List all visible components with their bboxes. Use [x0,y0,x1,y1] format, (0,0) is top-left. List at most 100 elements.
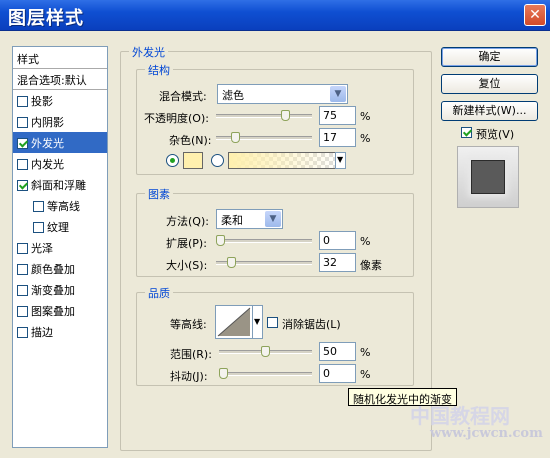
style-list-item-label: 内阴影 [31,116,64,129]
style-list-item-label: 斜面和浮雕 [31,179,86,192]
contour-picker[interactable] [215,305,253,339]
style-list-item-label: 外发光 [31,137,64,150]
style-checkbox[interactable] [17,285,28,296]
quality-title: 品质 [145,285,173,301]
contour-curve-icon [217,307,251,337]
opacity-input[interactable]: 75 [319,106,356,125]
preview-label[interactable]: 预览(V) [476,126,514,142]
noise-label: 杂色(N): [169,134,212,147]
style-list-item[interactable]: 投影 [13,90,107,111]
style-checkbox[interactable] [17,180,28,191]
window-title: 图层样式 [8,8,84,29]
style-list-item-label: 光泽 [31,242,53,255]
style-checkbox[interactable] [17,117,28,128]
jitter-unit: % [360,368,371,381]
size-slider-thumb[interactable] [227,257,237,268]
noise-unit: % [360,132,371,145]
style-list-item[interactable]: 外发光 [13,132,107,153]
style-list-item[interactable]: 渐变叠加 [13,279,107,300]
chevron-down-icon: ▼ [254,317,261,326]
style-list-item[interactable]: 颜色叠加 [13,258,107,279]
style-list-item[interactable]: 描边 [13,321,107,342]
style-checkbox[interactable] [17,327,28,338]
style-checkbox[interactable] [17,159,28,170]
opacity-label: 不透明度(O): [144,112,209,125]
style-list-item-label: 颜色叠加 [31,263,75,276]
glow-gradient-picker[interactable] [228,152,343,169]
opacity-unit: % [360,110,371,123]
style-checkbox[interactable] [33,222,44,233]
chevron-down-icon: ▼ [330,86,346,102]
style-list-item[interactable]: 等高线 [13,195,107,216]
antialias-checkbox[interactable] [267,317,278,328]
close-button[interactable]: ✕ [524,4,546,26]
outer-glow-title: 外发光 [129,44,168,60]
ok-button[interactable]: 确定 [441,47,538,67]
range-input[interactable]: 50 [319,342,356,361]
range-slider-thumb[interactable] [261,346,270,357]
style-list-header[interactable]: 样式 [13,47,107,69]
jitter-input[interactable]: 0 [319,364,356,383]
style-list-item-label: 图案叠加 [31,305,75,318]
elements-title: 图素 [145,186,173,202]
preview-thumbnail [471,160,505,194]
spread-unit: % [360,235,371,248]
watermark-text: 中国教程网 [410,404,510,428]
antialias-label[interactable]: 消除锯齿(L) [282,316,341,332]
spread-input[interactable]: 0 [319,231,356,250]
method-label: 方法(Q): [166,215,209,228]
style-checkbox[interactable] [17,243,28,254]
watermark-url: www.jcwcn.com [430,426,543,441]
style-checkbox[interactable] [17,96,28,107]
layer-style-dialog: 图层样式 ✕ 样式 混合选项:默认 投影 内阴影 外发光 内发光 斜面和浮雕 等高线 纹理光… [0,0,550,458]
style-list-item[interactable]: 纹理 [13,216,107,237]
blend-options-item[interactable]: 混合选项:默认 [13,69,107,90]
style-checkbox[interactable] [17,264,28,275]
structure-title: 结构 [145,62,173,78]
style-list-item[interactable]: 内阴影 [13,111,107,132]
spread-slider[interactable] [216,239,312,243]
method-value: 柔和 [221,214,243,227]
style-list-item-label: 等高线 [47,200,80,213]
contour-label: 等高线: [170,318,207,331]
watermark: 中国教程网 www.jcwcn.com [410,400,546,452]
preview-checkbox[interactable] [461,127,472,138]
opacity-slider[interactable] [216,114,312,118]
jitter-slider-thumb[interactable] [219,368,228,379]
noise-input[interactable]: 17 [319,128,356,147]
range-unit: % [360,346,371,359]
chevron-down-icon: ▼ [265,211,281,227]
style-list-item[interactable]: 光泽 [13,237,107,258]
reset-button[interactable]: 复位 [441,74,538,94]
method-select[interactable]: 柔和 ▼ [216,209,283,229]
gradient-dropdown[interactable]: ▼ [335,152,346,169]
new-style-button[interactable]: 新建样式(W)... [441,101,538,121]
spread-slider-thumb[interactable] [216,235,225,246]
style-list-item-label: 纹理 [47,221,69,234]
style-checkbox[interactable] [33,201,44,212]
opacity-slider-thumb[interactable] [281,110,291,121]
chevron-down-icon: ▼ [337,155,344,164]
blend-mode-select[interactable]: 滤色 ▼ [217,84,348,104]
style-preview [457,146,519,208]
glow-color-swatch[interactable] [183,152,203,169]
style-list-item[interactable]: 图案叠加 [13,300,107,321]
title-bar: 图层样式 ✕ [0,0,550,31]
style-checkbox[interactable] [17,138,28,149]
style-checkbox[interactable] [17,306,28,317]
style-list-item[interactable]: 斜面和浮雕 [13,174,107,195]
contour-dropdown[interactable]: ▼ [252,305,263,339]
size-input[interactable]: 32 [319,253,356,272]
noise-slider-thumb[interactable] [230,132,240,143]
solid-color-radio[interactable] [166,154,179,167]
style-list-item-label: 渐变叠加 [31,284,75,297]
size-label: 大小(S): [166,259,208,272]
blend-mode-value: 滤色 [222,89,244,102]
gradient-radio[interactable] [211,154,224,167]
jitter-slider[interactable] [219,372,312,376]
style-list-item-label: 投影 [31,95,53,108]
style-list-item-label: 内发光 [31,158,64,171]
size-unit: 像素 [360,259,382,272]
style-list-item[interactable]: 内发光 [13,153,107,174]
jitter-tooltip: 随机化发光中的渐变 [348,388,457,406]
